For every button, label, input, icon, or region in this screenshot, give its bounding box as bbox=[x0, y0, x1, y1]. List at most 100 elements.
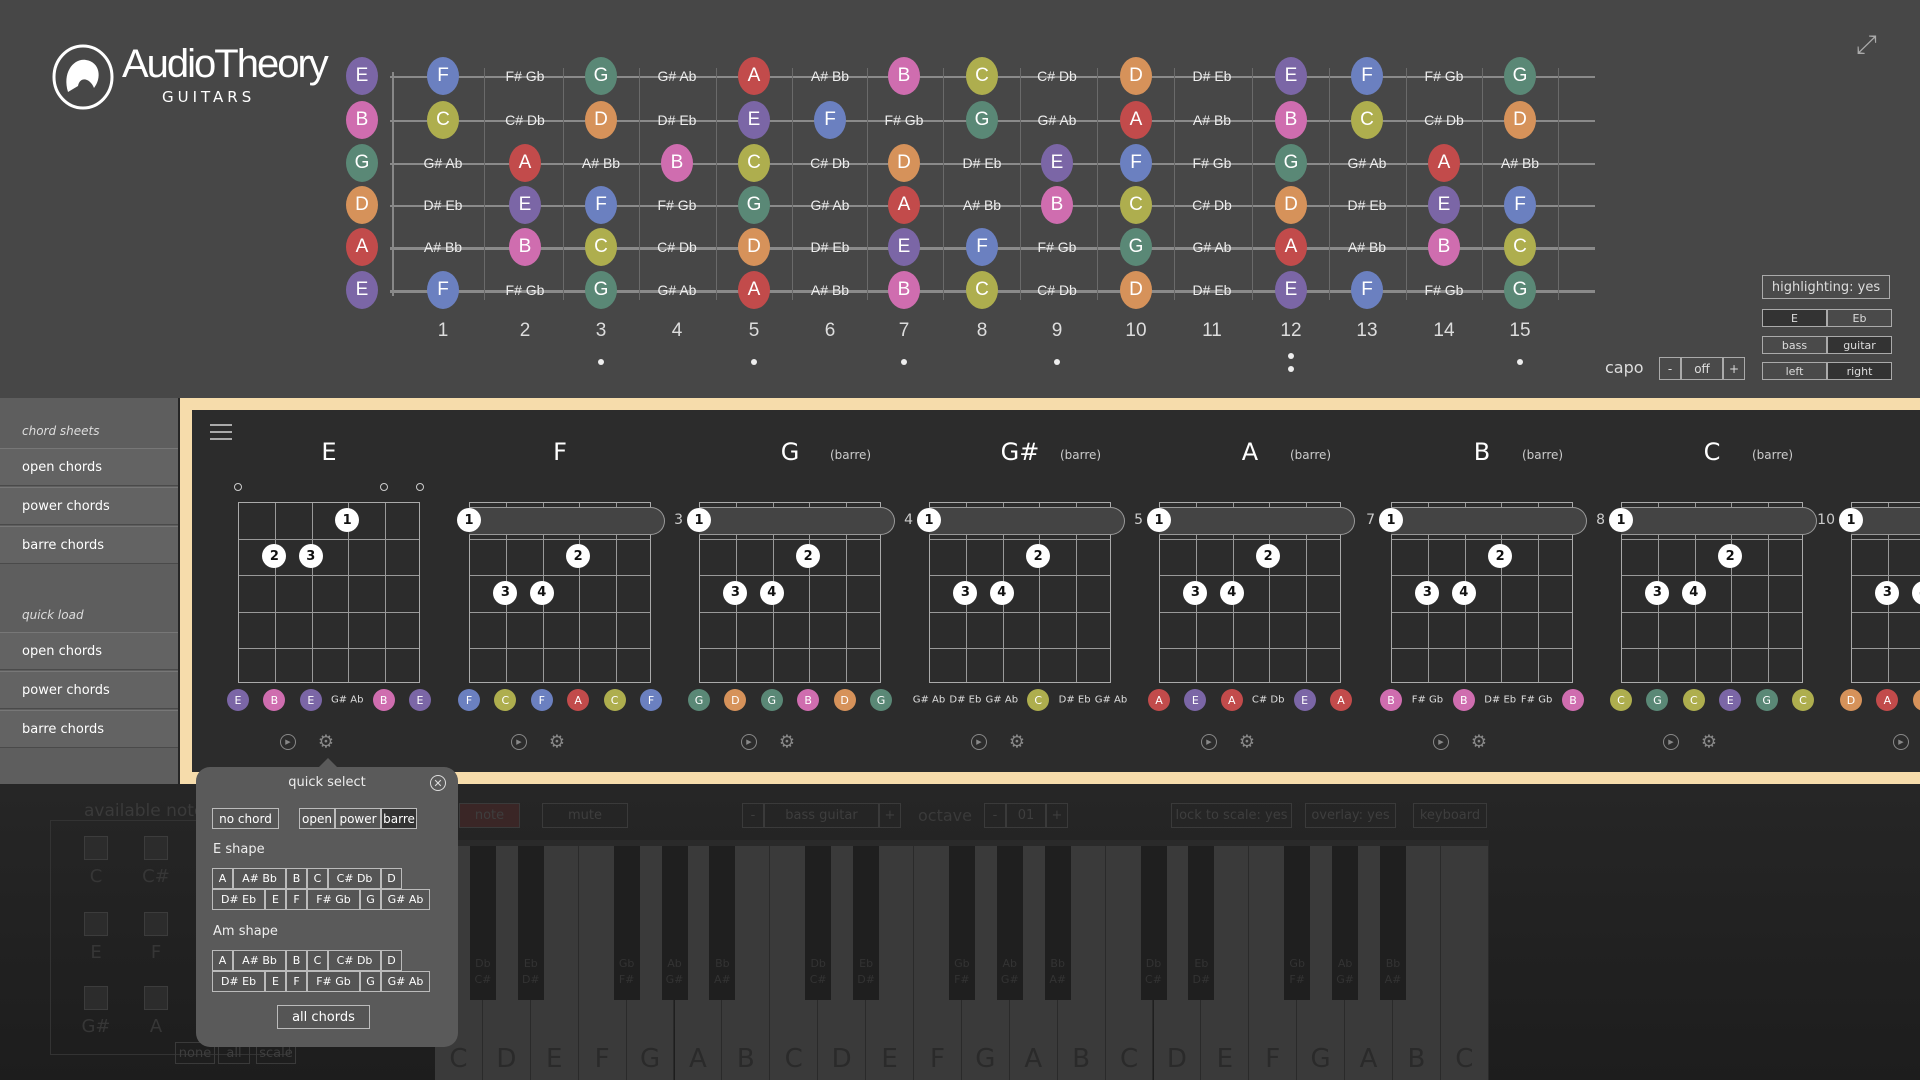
black-key[interactable]: Gb F# bbox=[613, 846, 640, 1000]
fret-note[interactable]: A bbox=[888, 186, 920, 224]
fret-note[interactable]: A bbox=[738, 57, 770, 95]
fret-note[interactable]: E bbox=[1275, 57, 1307, 95]
fret-note[interactable]: A bbox=[738, 271, 770, 309]
fret-note[interactable]: D bbox=[585, 101, 617, 139]
fret-note[interactable]: D bbox=[738, 228, 770, 266]
am-shape-chord-button[interactable]: F bbox=[286, 971, 307, 992]
am-shape-chord-button[interactable]: C bbox=[307, 950, 328, 971]
fret-note[interactable]: F bbox=[427, 271, 459, 309]
fret-note-sharp[interactable]: D# Eb bbox=[1193, 282, 1232, 298]
fret-note-sharp[interactable]: C# Db bbox=[505, 112, 545, 128]
fret-note[interactable]: E bbox=[346, 271, 378, 309]
overlay-toggle[interactable]: overlay: yes bbox=[1305, 803, 1396, 828]
e-shape-chord-button[interactable]: G# Ab bbox=[381, 889, 430, 910]
quickload-open-chords[interactable]: open chords bbox=[0, 632, 178, 670]
gear-icon[interactable]: ⚙ bbox=[318, 732, 334, 753]
fret-note[interactable]: F bbox=[1351, 271, 1383, 309]
gear-icon[interactable]: ⚙ bbox=[1009, 732, 1025, 753]
fret-note[interactable]: D bbox=[1120, 271, 1152, 309]
black-key[interactable]: Eb D# bbox=[853, 846, 880, 1000]
fret-note-sharp[interactable]: C# Db bbox=[1037, 68, 1077, 84]
fret-note[interactable]: C bbox=[1504, 228, 1536, 266]
sidebar-item-power-chords[interactable]: power chords bbox=[0, 487, 178, 525]
octave-plus-button[interactable]: + bbox=[1046, 803, 1068, 828]
fret-note-sharp[interactable]: D# Eb bbox=[963, 155, 1002, 171]
fret-note[interactable]: E bbox=[738, 101, 770, 139]
am-shape-chord-button[interactable]: D# Eb bbox=[212, 971, 265, 992]
play-icon[interactable]: ▶ bbox=[1201, 734, 1217, 750]
fret-note[interactable]: C bbox=[738, 144, 770, 182]
black-key[interactable]: Ab G# bbox=[1332, 846, 1359, 1000]
fret-note-sharp[interactable]: G# Ab bbox=[1348, 155, 1387, 171]
fret-note[interactable]: F bbox=[427, 57, 459, 95]
note-button[interactable]: note bbox=[459, 803, 520, 828]
quickload-barre-chords[interactable]: barre chords bbox=[0, 710, 178, 748]
black-key[interactable]: Eb D# bbox=[517, 846, 544, 1000]
gear-icon[interactable]: ⚙ bbox=[1239, 732, 1255, 753]
fret-note[interactable]: G bbox=[1504, 271, 1536, 309]
note-checkbox[interactable] bbox=[84, 836, 108, 860]
fret-note[interactable]: C bbox=[1120, 186, 1152, 224]
sidebar-item-open-chords[interactable]: open chords bbox=[0, 448, 178, 486]
fret-note-sharp[interactable]: F# Gb bbox=[885, 112, 924, 128]
note-checkbox[interactable] bbox=[84, 986, 108, 1010]
fret-note[interactable]: B bbox=[1041, 186, 1073, 224]
fret-note-sharp[interactable]: A# Bb bbox=[963, 197, 1001, 213]
fret-note-sharp[interactable]: C# Db bbox=[1037, 282, 1077, 298]
octave-minus-button[interactable]: - bbox=[984, 803, 1006, 828]
black-key[interactable]: Db C# bbox=[805, 846, 832, 1000]
keyboard-toggle[interactable]: keyboard bbox=[1413, 803, 1487, 828]
hand-option-right[interactable]: right bbox=[1827, 362, 1892, 380]
fret-note[interactable]: E bbox=[1275, 271, 1307, 309]
fret-note[interactable]: G bbox=[1275, 144, 1307, 182]
quickload-power-chords[interactable]: power chords bbox=[0, 671, 178, 709]
fret-note[interactable]: F bbox=[814, 101, 846, 139]
fret-note[interactable]: D bbox=[1275, 186, 1307, 224]
black-key[interactable]: Bb A# bbox=[709, 846, 736, 1000]
fret-note[interactable]: C bbox=[966, 57, 998, 95]
fret-note[interactable]: G bbox=[585, 57, 617, 95]
fret-note[interactable]: B bbox=[888, 57, 920, 95]
fret-note-sharp[interactable]: D# Eb bbox=[424, 197, 463, 213]
type-barre-button[interactable]: barre bbox=[381, 808, 417, 829]
fret-note[interactable]: D bbox=[1120, 57, 1152, 95]
black-key[interactable]: Ab G# bbox=[661, 846, 688, 1000]
all-chords-button[interactable]: all chords bbox=[277, 1005, 370, 1029]
black-key[interactable]: Eb D# bbox=[1188, 846, 1215, 1000]
am-shape-chord-button[interactable]: F# Gb bbox=[307, 971, 360, 992]
type-open-button[interactable]: open bbox=[299, 808, 335, 829]
black-key[interactable]: Db C# bbox=[1140, 846, 1167, 1000]
no-chord-button[interactable]: no chord bbox=[212, 808, 279, 829]
sidebar-item-barre-chords[interactable]: barre chords bbox=[0, 526, 178, 564]
fret-note-sharp[interactable]: G# Ab bbox=[1193, 239, 1232, 255]
white-key[interactable]: C bbox=[1440, 846, 1489, 1080]
fret-note-sharp[interactable]: C# Db bbox=[1192, 197, 1232, 213]
am-shape-chord-button[interactable]: A bbox=[212, 950, 233, 971]
gear-icon[interactable]: ⚙ bbox=[1701, 732, 1717, 753]
fret-note-sharp[interactable]: D# Eb bbox=[1193, 68, 1232, 84]
fret-note-sharp[interactable]: F# Gb bbox=[658, 197, 697, 213]
am-shape-chord-button[interactable]: G bbox=[360, 971, 381, 992]
fret-note[interactable]: G bbox=[346, 144, 378, 182]
fret-note[interactable]: C bbox=[585, 228, 617, 266]
am-shape-chord-button[interactable]: D bbox=[381, 950, 402, 971]
hand-option-left[interactable]: left bbox=[1762, 362, 1827, 380]
e-shape-chord-button[interactable]: G bbox=[360, 889, 381, 910]
capo-plus-button[interactable]: + bbox=[1723, 357, 1745, 380]
fret-note[interactable]: E bbox=[509, 186, 541, 224]
play-icon[interactable]: ▶ bbox=[1433, 734, 1449, 750]
fret-note-sharp[interactable]: A# Bb bbox=[424, 239, 462, 255]
note-checkbox[interactable] bbox=[144, 986, 168, 1010]
black-key[interactable]: Gb F# bbox=[1284, 846, 1311, 1000]
play-icon[interactable]: ▶ bbox=[280, 734, 296, 750]
fret-note[interactable]: B bbox=[1428, 228, 1460, 266]
fret-note[interactable]: F bbox=[1351, 57, 1383, 95]
fret-note-sharp[interactable]: F# Gb bbox=[1038, 239, 1077, 255]
fret-note[interactable]: E bbox=[1428, 186, 1460, 224]
expand-icon[interactable]: ⤢ bbox=[1856, 30, 1877, 61]
fret-note-sharp[interactable]: C# Db bbox=[657, 239, 697, 255]
type-power-button[interactable]: power bbox=[335, 808, 381, 829]
fret-note[interactable]: G bbox=[1120, 228, 1152, 266]
fret-note[interactable]: G bbox=[738, 186, 770, 224]
fret-note[interactable]: C bbox=[966, 271, 998, 309]
